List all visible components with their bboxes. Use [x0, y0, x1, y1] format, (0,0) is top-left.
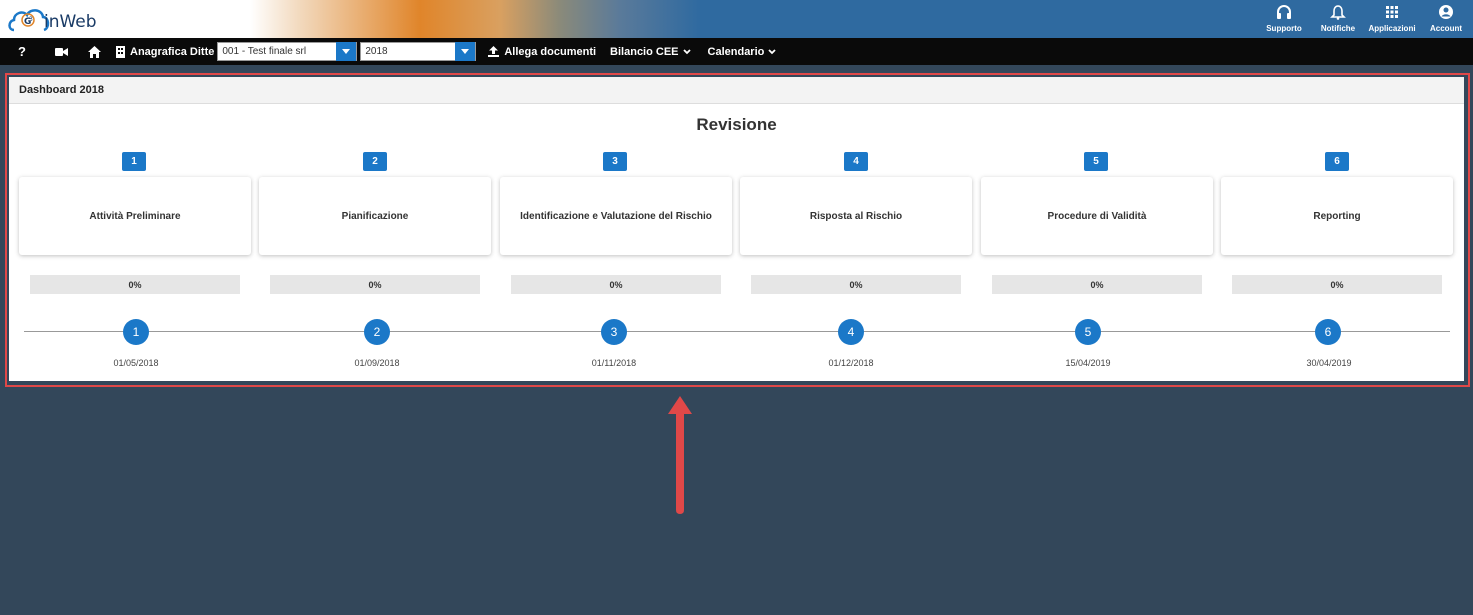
phase-card[interactable]: Risposta al Rischio [740, 177, 972, 255]
home-button[interactable] [78, 38, 110, 65]
phase-progress: 0% [30, 275, 240, 294]
phase-number-badge: 4 [844, 152, 868, 171]
year-select-value: 2018 [365, 46, 388, 57]
home-icon [87, 45, 101, 58]
apps-button[interactable]: Applicazioni [1365, 0, 1419, 38]
phase-column: 3 Identificazione e Valutazione del Risc… [500, 77, 732, 381]
phase-column: 4 Risposta al Rischio 0% 4 01/12/2018 [740, 77, 972, 381]
bilancio-cee-menu[interactable]: Bilancio CEE [610, 46, 678, 58]
chevron-down-icon[interactable] [768, 48, 777, 55]
company-select[interactable]: 001 - Test finale srl [217, 42, 358, 61]
timeline-step[interactable]: 4 [838, 319, 864, 345]
phase-label: Risposta al Rischio [809, 210, 903, 222]
timeline-date: 15/04/2019 [1065, 358, 1111, 368]
timeline-date: 01/12/2018 [828, 358, 874, 368]
timeline-date: 01/09/2018 [354, 358, 400, 368]
phase-label: Pianificazione [341, 210, 409, 222]
phase-number-badge: 1 [122, 152, 146, 171]
apps-grid-icon [1386, 6, 1398, 18]
phase-card[interactable]: Reporting [1221, 177, 1453, 255]
timeline-date: 30/04/2019 [1306, 358, 1352, 368]
account-button[interactable]: Account [1419, 0, 1473, 38]
app-header: G 3 inWeb Supporto Notifiche Applicazion… [0, 0, 1473, 38]
phase-column: 5 Procedure di Validità 0% 5 15/04/2019 [981, 77, 1213, 381]
company-label[interactable]: Anagrafica Ditte [130, 46, 214, 58]
notifications-button[interactable]: Notifiche [1311, 0, 1365, 38]
support-label: Supporto [1266, 24, 1302, 33]
timeline-step[interactable]: 5 [1075, 319, 1101, 345]
building-icon [110, 38, 130, 65]
account-label: Account [1430, 24, 1462, 33]
chevron-down-icon[interactable] [682, 48, 691, 55]
phase-card[interactable]: Pianificazione [259, 177, 491, 255]
phase-card[interactable]: Procedure di Validità [981, 177, 1213, 255]
help-button[interactable]: ? [0, 38, 44, 65]
chevron-down-icon[interactable] [455, 42, 476, 61]
phase-label: Procedure di Validità [1047, 210, 1147, 222]
timeline-step[interactable]: 3 [601, 319, 627, 345]
timeline-date: 01/11/2018 [591, 358, 637, 368]
phase-progress: 0% [751, 275, 961, 294]
chevron-down-icon[interactable] [336, 42, 357, 61]
main-toolbar: ? Anagrafica Ditte 001 - Test finale srl… [0, 38, 1473, 65]
phase-progress: 0% [992, 275, 1202, 294]
svg-text:3: 3 [29, 16, 33, 23]
phase-progress: 0% [511, 275, 721, 294]
attach-documents-button[interactable]: Allega documenti [504, 46, 596, 58]
phase-label: Attività Preliminare [89, 210, 181, 222]
phase-number-badge: 6 [1325, 152, 1349, 171]
dashboard-panel: Dashboard 2018 Revisione 1 Attività Prel… [9, 77, 1464, 381]
phase-column: 2 Pianificazione 0% 2 01/09/2018 [259, 77, 491, 381]
year-select[interactable]: 2018 [360, 42, 477, 61]
company-select-value: 001 - Test finale srl [222, 46, 307, 57]
account-icon [1439, 5, 1453, 19]
support-button[interactable]: Supporto [1257, 0, 1311, 38]
phase-card[interactable]: Attività Preliminare [19, 177, 251, 255]
headset-icon [1277, 5, 1291, 19]
notifications-label: Notifiche [1320, 24, 1356, 33]
phase-column: 1 Attività Preliminare 0% 1 01/05/2018 [19, 77, 251, 381]
bell-icon [1330, 5, 1346, 20]
phase-number-badge: 5 [1084, 152, 1108, 171]
video-camera-icon [54, 47, 68, 56]
logo-text: inWeb [44, 12, 97, 32]
phase-number-badge: 2 [363, 152, 387, 171]
phase-progress: 0% [1232, 275, 1442, 294]
phase-label: Reporting [1313, 210, 1361, 222]
phase-progress: 0% [270, 275, 480, 294]
timeline-date: 01/05/2018 [113, 358, 159, 368]
phase-label: Identificazione e Valutazione del Rischi… [520, 210, 712, 222]
video-button[interactable] [44, 38, 78, 65]
upload-icon [482, 38, 504, 65]
phase-card[interactable]: Identificazione e Valutazione del Rischi… [500, 177, 732, 255]
timeline-step[interactable]: 2 [364, 319, 390, 345]
top-actions: Supporto Notifiche Applicazioni Account [1257, 0, 1473, 38]
help-icon: ? [18, 44, 26, 59]
timeline-step[interactable]: 6 [1315, 319, 1341, 345]
apps-label: Applicazioni [1368, 24, 1416, 33]
timeline-step[interactable]: 1 [123, 319, 149, 345]
phase-column: 6 Reporting 0% 6 30/04/2019 [1221, 77, 1453, 381]
phase-number-badge: 3 [603, 152, 627, 171]
annotation-arrow-icon [668, 396, 692, 514]
calendario-menu[interactable]: Calendario [708, 46, 765, 58]
